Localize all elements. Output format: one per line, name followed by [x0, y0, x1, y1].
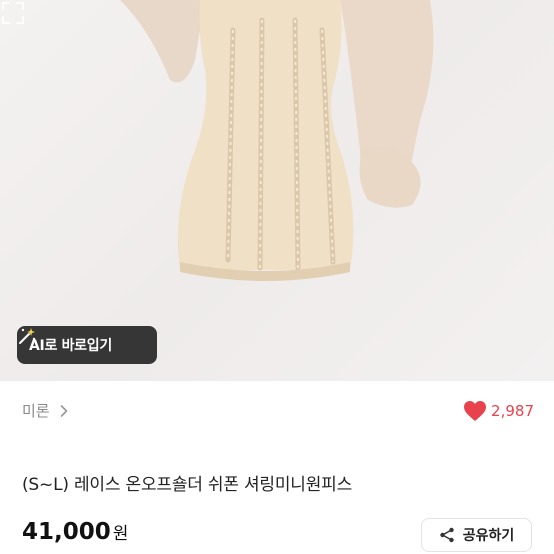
dress-illustration [120, 0, 434, 281]
ai-try-on-label: AI로 바로입기 [29, 338, 112, 354]
share-icon [440, 527, 454, 543]
price-currency: 원 [112, 524, 129, 544]
expand-icon[interactable] [0, 0, 26, 26]
share-button[interactable]: 공유하기 [421, 518, 532, 552]
price: 41,000 원 [22, 519, 128, 545]
seller-name: 미론 [22, 402, 50, 420]
heart-icon [464, 401, 487, 421]
product-image[interactable]: AI로 바로입기 [0, 0, 554, 381]
like-button[interactable]: 2,987 [463, 400, 534, 422]
ai-try-on-button[interactable]: AI로 바로입기 [17, 326, 157, 364]
like-count: 2,987 [491, 402, 534, 420]
product-title: (S~L) 레이스 온오프숄더 쉬폰 셔링미니원피스 [22, 475, 353, 495]
seller-link[interactable]: 미론 [22, 400, 68, 421]
share-label: 공유하기 [462, 528, 515, 544]
chevron-right-icon [60, 404, 67, 417]
magic-wand-icon [19, 328, 36, 344]
price-amount: 41,000 [22, 519, 111, 545]
